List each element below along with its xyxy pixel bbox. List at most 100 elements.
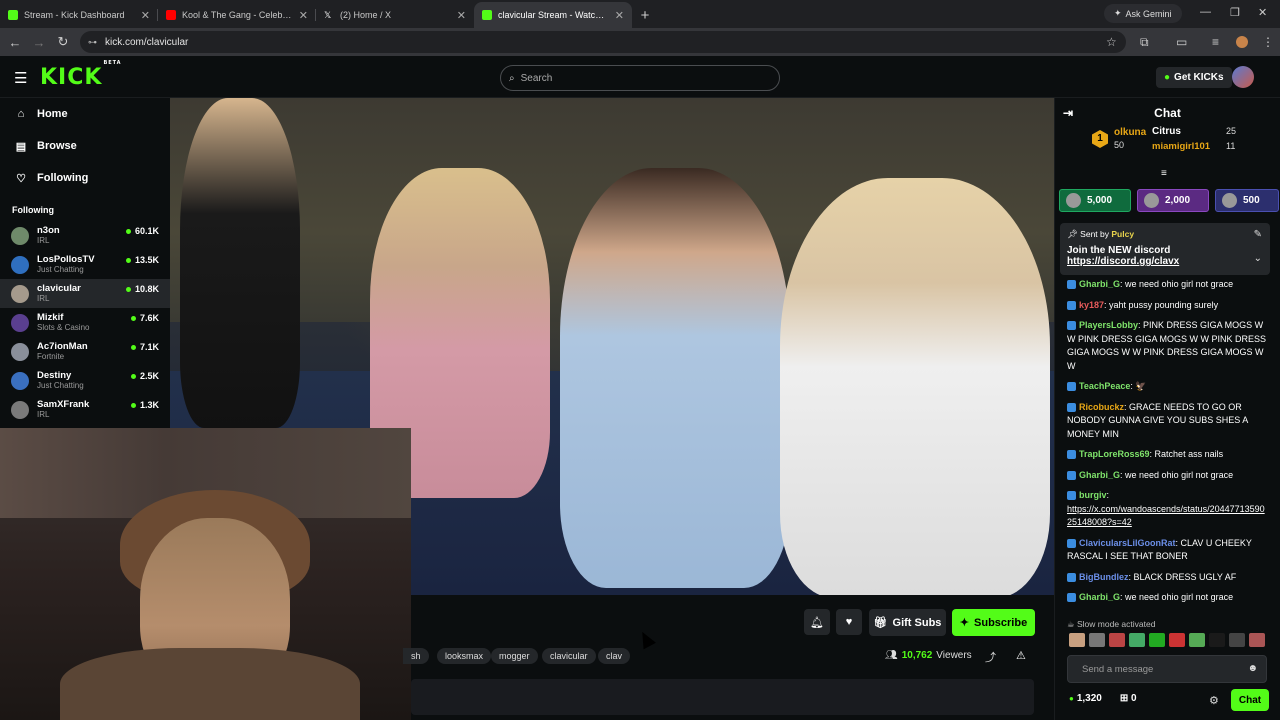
- browser-tab[interactable]: Kool & The Gang - Celebration ✕: [158, 2, 316, 28]
- sidebar-channel[interactable]: SamXFrank IRL 1.3K: [0, 395, 170, 424]
- filter-icon[interactable]: ≡: [1161, 168, 1167, 179]
- maximize-icon[interactable]: ❐: [1230, 6, 1240, 19]
- site-info-icon[interactable]: ⊶: [88, 37, 97, 48]
- user-badge-icon: [1067, 402, 1076, 412]
- chat-username[interactable]: TeachPeace: [1079, 381, 1130, 391]
- profile-avatar[interactable]: [1236, 36, 1248, 48]
- address-bar[interactable]: ⊶ kick.com/clavicular: [80, 31, 1126, 53]
- emote-icon[interactable]: [1149, 633, 1165, 647]
- browser-tab[interactable]: 𝕏 (2) Home / X ✕: [316, 2, 474, 28]
- new-tab-button[interactable]: +: [632, 2, 658, 28]
- channel-viewers: 2.5K: [131, 371, 159, 381]
- chat-username[interactable]: PlayersLobby: [1079, 320, 1138, 330]
- pinned-link[interactable]: https://discord.gg/clavx: [1067, 256, 1263, 267]
- sidebar-channel[interactable]: clavicular IRL 10.8K: [0, 279, 170, 308]
- gift-subs-button[interactable]: 🎁︎ Gift Subs: [869, 609, 946, 636]
- close-tab-icon[interactable]: ✕: [141, 9, 150, 22]
- chat-link[interactable]: https://x.com/wandoascends/status/204477…: [1067, 504, 1265, 528]
- subscribe-button[interactable]: ✦ Subscribe: [952, 609, 1035, 636]
- emoji-icon[interactable]: ☻: [1247, 663, 1258, 674]
- chat-username[interactable]: Gharbi_G: [1079, 279, 1120, 289]
- report-icon[interactable]: ⚠: [1016, 649, 1026, 662]
- gift-goal[interactable]: 2,000: [1137, 189, 1209, 212]
- kick-logo[interactable]: KICKBETA: [40, 60, 121, 90]
- sidebar-item-home[interactable]: ⌂ Home: [0, 98, 170, 130]
- ask-gemini-button[interactable]: ✦ Ask Gemini: [1104, 4, 1182, 23]
- stream-info: 🔔︎ ♥ 🎁︎ Gift Subs ✦ Subscribe sh looksmax mo…: [403, 595, 1054, 720]
- emote-icon[interactable]: [1069, 633, 1085, 647]
- channel-avatar: [11, 342, 29, 361]
- close-window-icon[interactable]: ✕: [1258, 6, 1267, 19]
- menu-dots-icon[interactable]: ⋮: [1262, 35, 1274, 49]
- sidebar-channel[interactable]: Ac7ionMan Fortnite 7.1K: [0, 337, 170, 366]
- emote-icon[interactable]: [1129, 633, 1145, 647]
- chat-username[interactable]: TrapLoreRoss69: [1079, 449, 1150, 459]
- stream-tag[interactable]: sh: [403, 648, 429, 664]
- notification-bell-button[interactable]: 🔔︎: [804, 609, 830, 635]
- cast-icon[interactable]: ▭: [1176, 35, 1187, 49]
- share-icon[interactable]: ⤴: [985, 649, 996, 665]
- emote-icon[interactable]: [1209, 633, 1225, 647]
- get-kicks-button[interactable]: ● Get KICKs: [1156, 67, 1232, 88]
- reading-list-icon[interactable]: ≡: [1212, 35, 1219, 49]
- emote-icon[interactable]: [1089, 633, 1105, 647]
- leader-second-user[interactable]: Citrus: [1152, 126, 1181, 137]
- browser-tab-active[interactable]: clavicular Stream - Watch Li ✕: [474, 2, 632, 28]
- emote-icon[interactable]: [1249, 633, 1265, 647]
- leader-third-user[interactable]: miamigirl101: [1152, 141, 1210, 152]
- channel-points[interactable]: 1,320: [1069, 693, 1102, 704]
- stream-tag[interactable]: clav: [598, 648, 631, 664]
- chat-username[interactable]: ClavicularsLilGoonRat: [1079, 538, 1176, 548]
- chat-username[interactable]: Gharbi_G: [1079, 592, 1120, 602]
- sidebar-item-following[interactable]: ♡ Following: [0, 162, 170, 194]
- close-tab-icon[interactable]: ✕: [457, 9, 466, 22]
- stream-tag[interactable]: clavicular: [542, 648, 596, 664]
- leader-first-user[interactable]: olkuna: [1114, 127, 1146, 138]
- forward-icon[interactable]: →: [27, 35, 51, 50]
- chat-username[interactable]: ky187: [1079, 300, 1104, 310]
- chat-input[interactable]: [1082, 663, 1242, 675]
- sidebar-channel[interactable]: n3on IRL 60.1K: [0, 221, 170, 250]
- sidebar-channel[interactable]: Destiny Just Chatting 2.5K: [0, 366, 170, 395]
- unpin-icon[interactable]: ✎: [1254, 229, 1262, 240]
- send-chat-button[interactable]: Chat: [1231, 689, 1269, 711]
- chat-username[interactable]: Ricobuckz: [1079, 402, 1124, 412]
- gift-goal[interactable]: 500: [1215, 189, 1279, 212]
- close-tab-icon[interactable]: ✕: [299, 9, 308, 22]
- search-input[interactable]: [520, 72, 761, 84]
- channel-avatar: [11, 226, 29, 245]
- nav-label: Following: [37, 172, 89, 184]
- chat-username[interactable]: Gharbi_G: [1079, 470, 1120, 480]
- search-bar[interactable]: ⌕: [500, 65, 780, 91]
- sidebar-channel[interactable]: LosPollosTV Just Chatting 13.5K: [0, 250, 170, 279]
- sidebar-item-browse[interactable]: ▤ Browse: [0, 130, 170, 162]
- bookmark-star-icon[interactable]: ☆: [1106, 35, 1117, 49]
- back-icon[interactable]: ←: [3, 35, 27, 50]
- send-message-box[interactable]: ☻: [1067, 655, 1267, 683]
- chat-username[interactable]: BigBundlez: [1079, 572, 1129, 582]
- reload-icon[interactable]: ↻: [51, 34, 75, 50]
- nav-label: Home: [37, 108, 68, 120]
- emote-icon[interactable]: [1229, 633, 1245, 647]
- stream-tag[interactable]: looksmax: [437, 648, 492, 664]
- sidebar-channel[interactable]: Mizkif Slots & Casino 7.6K: [0, 308, 170, 337]
- close-tab-icon[interactable]: ✕: [615, 9, 624, 22]
- gift-goal[interactable]: 5,000: [1059, 189, 1131, 212]
- minimize-icon[interactable]: —: [1200, 6, 1211, 18]
- stream-tag[interactable]: mogger: [491, 648, 538, 664]
- chevron-down-icon[interactable]: ⌄: [1254, 253, 1262, 264]
- gear-icon[interactable]: ⚙: [1209, 694, 1219, 707]
- emote-icon[interactable]: [1189, 633, 1205, 647]
- follow-heart-button[interactable]: ♥: [836, 609, 862, 635]
- chat-username[interactable]: burgiv: [1079, 490, 1107, 500]
- pinned-message[interactable]: 📌︎ Sent by Pulcy Join the NEW discord ht…: [1060, 223, 1270, 275]
- collapse-chat-icon[interactable]: ⇥: [1063, 106, 1073, 120]
- heart-icon: ♡: [16, 172, 26, 185]
- emote-icon[interactable]: [1169, 633, 1185, 647]
- gifts-counter[interactable]: ⊞ 0: [1120, 693, 1137, 704]
- emote-icon[interactable]: [1109, 633, 1125, 647]
- extensions-icon[interactable]: ⧉: [1140, 35, 1149, 50]
- hamburger-menu-icon[interactable]: ☰: [14, 69, 27, 87]
- browser-tab[interactable]: Stream - Kick Dashboard ✕: [0, 2, 158, 28]
- user-avatar[interactable]: [1232, 66, 1254, 88]
